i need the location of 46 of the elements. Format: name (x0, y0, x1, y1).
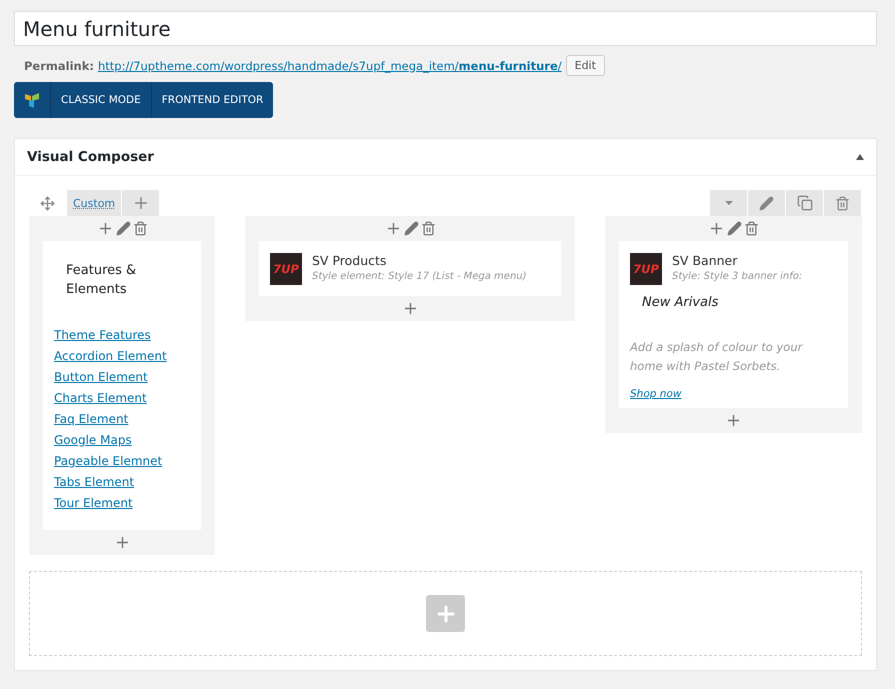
logo-icon (24, 92, 40, 108)
mode-button[interactable]: CLASSIC MODE (50, 82, 151, 118)
add-column-button[interactable] (122, 190, 160, 216)
pencil-icon (759, 196, 774, 210)
add-icon[interactable] (725, 412, 742, 429)
block-heading: Features & Elements (66, 262, 138, 299)
delete-row-button[interactable] (824, 190, 861, 216)
banner-description: Add a splash of colour to your home with Pastel Sorbets. (630, 339, 804, 375)
delete-icon[interactable] (132, 221, 148, 236)
banner-title: New Arivals (642, 295, 720, 310)
add-icon[interactable] (708, 220, 725, 237)
panel-title: Visual Composer (27, 149, 154, 165)
layout-tab[interactable]: Custom (67, 190, 122, 216)
copy-icon (796, 195, 812, 211)
element-link[interactable]: Faq Element (54, 409, 189, 430)
collapse-icon[interactable] (856, 154, 864, 160)
element-link[interactable]: Tour Element (54, 493, 189, 514)
edit-button[interactable]: Edit (566, 55, 605, 76)
element-name: SV Products (312, 253, 388, 268)
delete-icon[interactable] (420, 221, 436, 236)
delete-icon[interactable] (744, 221, 759, 236)
copy-button[interactable] (786, 190, 823, 216)
element-subtitle: Style: Style 3 banner info: (672, 271, 802, 282)
caret-icon (724, 201, 732, 205)
element-link[interactable]: Theme Features (54, 325, 189, 346)
trash-icon (835, 196, 850, 210)
element-name: SV Banner (672, 253, 738, 268)
move-icon (40, 196, 55, 210)
element-link[interactable]: Button Element (54, 367, 189, 388)
mode-button[interactable]: FRONTEND EDITOR (150, 82, 274, 118)
permalink-label: Permalink: (24, 58, 94, 72)
element-link[interactable]: Pageable Elemnet (54, 451, 189, 472)
element-link[interactable]: Google Maps (54, 430, 189, 451)
logo: 7UP (630, 253, 662, 285)
element-link[interactable]: Accordion Element (54, 346, 189, 367)
element-subtitle: Style element: Style 17 (List - Mega menu) (312, 271, 527, 282)
edit-icon[interactable] (727, 221, 742, 236)
shop-link[interactable]: Shop now (630, 388, 837, 400)
element-link[interactable]: Charts Element (54, 388, 189, 409)
element-link[interactable]: Tabs Element (54, 472, 189, 493)
permalink-link[interactable]: http://7uptheme.com/wordpress/handmade/s7upf_mega_item/menu-furniture/ (98, 58, 562, 72)
edit-row-button[interactable] (748, 190, 785, 216)
edit-icon[interactable] (116, 221, 130, 236)
edit-icon[interactable] (404, 221, 418, 236)
title-field[interactable]: Menu furniture (14, 11, 877, 46)
logo: 7UP (270, 253, 302, 285)
